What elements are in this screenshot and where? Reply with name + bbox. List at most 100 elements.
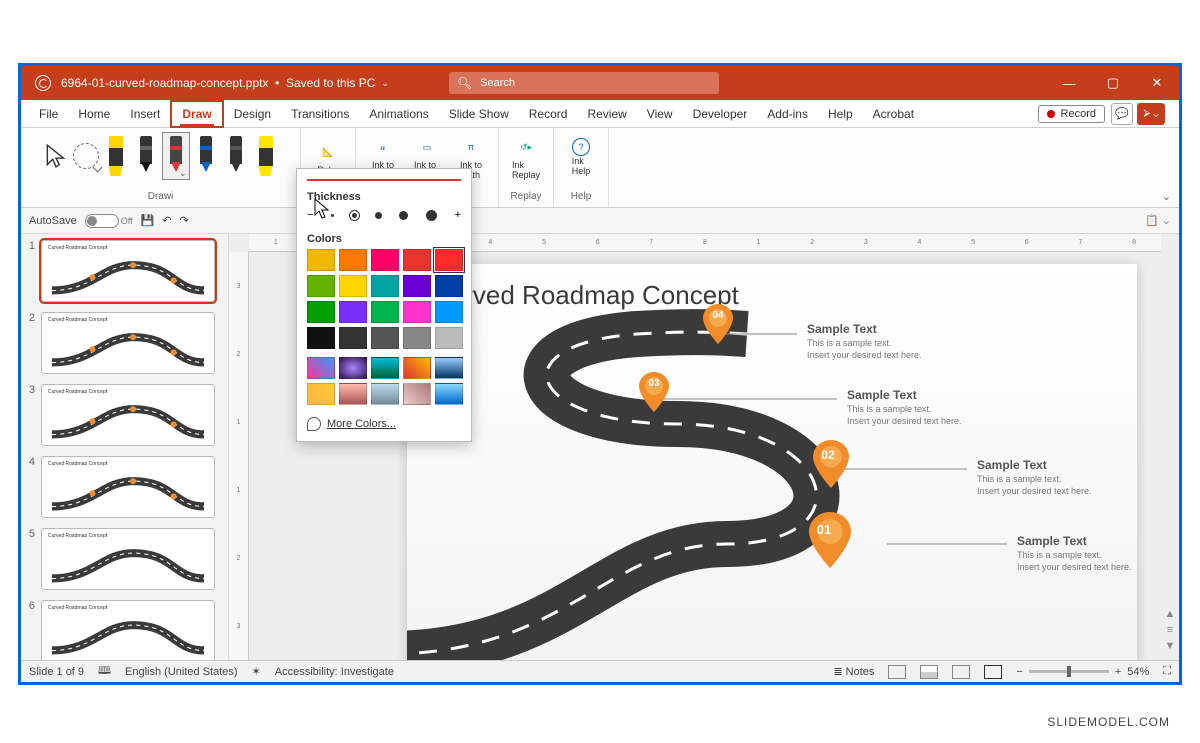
highlighter-yellow[interactable] bbox=[252, 132, 280, 180]
close-button[interactable]: ✕ bbox=[1135, 66, 1179, 100]
document-title: 6964-01-curved-roadmap-concept.pptx • Sa… bbox=[61, 76, 375, 90]
save-icon[interactable]: 💾 bbox=[141, 214, 155, 227]
color-swatch[interactable] bbox=[339, 327, 367, 349]
title-dropdown-icon[interactable]: ⌄ bbox=[381, 78, 389, 89]
slide-thumbnail[interactable]: Curved Roadmap Concept bbox=[41, 456, 215, 518]
more-colors-button[interactable]: More Colors... bbox=[307, 413, 461, 435]
slide-thumbnail[interactable]: Curved Roadmap Concept bbox=[41, 528, 215, 590]
normal-view-icon[interactable] bbox=[888, 665, 906, 679]
pen-black[interactable] bbox=[132, 132, 160, 180]
select-tool[interactable] bbox=[42, 132, 70, 180]
color-swatch[interactable] bbox=[403, 249, 431, 271]
tab-insert[interactable]: Insert bbox=[120, 100, 170, 128]
slide[interactable]: Curved Roadmap Concept 04 03 02 01 Sampl… bbox=[407, 264, 1137, 660]
pen-black-yellow[interactable] bbox=[102, 132, 130, 180]
accessibility-label[interactable]: Accessibility: Investigate bbox=[275, 666, 394, 678]
callout-4: Sample TextThis is a sample text.Insert … bbox=[807, 322, 922, 361]
work-area: 1 Curved Roadmap Concept 2 Curved Roadma… bbox=[21, 234, 1179, 660]
color-swatch[interactable] bbox=[307, 275, 335, 297]
tab-draw[interactable]: Draw bbox=[170, 100, 223, 128]
texture-swatch[interactable] bbox=[339, 383, 367, 405]
comments-button[interactable]: 💬 bbox=[1111, 103, 1133, 125]
reading-view-icon[interactable] bbox=[952, 665, 970, 679]
tab-addins[interactable]: Add-ins bbox=[757, 100, 818, 128]
tab-transitions[interactable]: Transitions bbox=[281, 100, 359, 128]
tab-developer[interactable]: Developer bbox=[683, 100, 758, 128]
tab-help[interactable]: Help bbox=[818, 100, 863, 128]
ribbon-collapse-icon[interactable]: ⌄ bbox=[1162, 190, 1171, 203]
language-icon[interactable]: 🕮 bbox=[98, 662, 111, 681]
pen-red-selected[interactable] bbox=[162, 132, 190, 180]
mouse-cursor-icon bbox=[314, 198, 332, 220]
vertical-scroll-buttons[interactable]: ▲≡▼ bbox=[1163, 608, 1177, 652]
texture-swatch[interactable] bbox=[371, 383, 399, 405]
pen-blue[interactable] bbox=[192, 132, 220, 180]
tab-view[interactable]: View bbox=[637, 100, 683, 128]
ink-help-button[interactable]: ?Ink Help bbox=[560, 132, 602, 182]
accessibility-icon[interactable]: ✶ bbox=[252, 665, 261, 678]
search-input[interactable]: 🔍︎ Search bbox=[449, 72, 719, 94]
texture-swatch[interactable] bbox=[307, 383, 335, 405]
sorter-view-icon[interactable] bbox=[920, 665, 938, 679]
color-swatch[interactable] bbox=[339, 301, 367, 323]
autosave-toggle[interactable] bbox=[85, 214, 119, 228]
quick-access-toolbar: AutoSave Off 💾 ↶ ↷ 📋 ⌄ bbox=[21, 208, 1179, 234]
tab-file[interactable]: File bbox=[29, 100, 68, 128]
color-swatch[interactable] bbox=[371, 301, 399, 323]
tab-review[interactable]: Review bbox=[577, 100, 636, 128]
tab-animations[interactable]: Animations bbox=[359, 100, 438, 128]
color-swatch[interactable] bbox=[339, 275, 367, 297]
share-button[interactable]: ⮚ ⌄ bbox=[1137, 103, 1165, 125]
fit-to-window-icon[interactable]: ⛶ bbox=[1163, 665, 1171, 678]
lasso-tool[interactable] bbox=[72, 132, 100, 180]
tab-home[interactable]: Home bbox=[68, 100, 120, 128]
texture-swatch[interactable] bbox=[371, 357, 399, 379]
tab-record[interactable]: Record bbox=[519, 100, 578, 128]
thumb-number: 1 bbox=[23, 240, 35, 302]
redo-icon[interactable]: ↷ bbox=[179, 214, 188, 227]
texture-swatch[interactable] bbox=[435, 357, 463, 379]
tab-acrobat[interactable]: Acrobat bbox=[863, 100, 924, 128]
record-button[interactable]: Record bbox=[1038, 105, 1105, 123]
color-swatch[interactable] bbox=[403, 275, 431, 297]
color-swatch[interactable] bbox=[435, 249, 463, 271]
texture-swatch[interactable] bbox=[339, 357, 367, 379]
texture-swatch[interactable] bbox=[403, 383, 431, 405]
notes-button[interactable]: ≣ Notes bbox=[833, 665, 874, 678]
color-swatch[interactable] bbox=[371, 249, 399, 271]
color-swatch[interactable] bbox=[371, 275, 399, 297]
texture-swatch[interactable] bbox=[307, 357, 335, 379]
slide-thumbnail[interactable]: Curved Roadmap Concept bbox=[41, 312, 215, 374]
slide-thumbnail[interactable]: Curved Roadmap Concept bbox=[41, 384, 215, 446]
minimize-button[interactable]: — bbox=[1047, 66, 1091, 100]
slide-thumbnail[interactable]: Curved Roadmap Concept bbox=[41, 240, 215, 302]
color-swatch[interactable] bbox=[307, 249, 335, 271]
color-swatch[interactable] bbox=[403, 301, 431, 323]
tab-slideshow[interactable]: Slide Show bbox=[439, 100, 519, 128]
maximize-button[interactable]: ▢ bbox=[1091, 66, 1135, 100]
pen-dark[interactable] bbox=[222, 132, 250, 180]
group-label-drawing: Drawi bbox=[148, 191, 174, 205]
color-swatch[interactable] bbox=[339, 249, 367, 271]
texture-swatch[interactable] bbox=[435, 383, 463, 405]
thumb-number: 6 bbox=[23, 600, 35, 660]
zoom-control[interactable]: −+54% bbox=[1016, 666, 1149, 678]
paste-icon[interactable]: 📋 ⌄ bbox=[1145, 214, 1171, 227]
roadmap-pin-1: 01 bbox=[809, 512, 851, 568]
status-bar: Slide 1 of 9 🕮 English (United States) ✶… bbox=[21, 660, 1179, 682]
slide-thumbnail[interactable]: Curved Roadmap Concept bbox=[41, 600, 215, 660]
color-swatch[interactable] bbox=[307, 301, 335, 323]
color-swatch[interactable] bbox=[403, 327, 431, 349]
color-swatch[interactable] bbox=[435, 327, 463, 349]
slide-counter: Slide 1 of 9 bbox=[29, 666, 84, 678]
color-swatch[interactable] bbox=[307, 327, 335, 349]
color-swatch[interactable] bbox=[435, 275, 463, 297]
color-swatch[interactable] bbox=[371, 327, 399, 349]
language-label[interactable]: English (United States) bbox=[125, 666, 238, 678]
color-swatch[interactable] bbox=[435, 301, 463, 323]
texture-swatch[interactable] bbox=[403, 357, 431, 379]
ink-replay-button[interactable]: ↺▸Ink Replay bbox=[505, 132, 547, 182]
slideshow-view-icon[interactable] bbox=[984, 665, 1002, 679]
tab-design[interactable]: Design bbox=[224, 100, 281, 128]
undo-icon[interactable]: ↶ bbox=[162, 214, 171, 227]
